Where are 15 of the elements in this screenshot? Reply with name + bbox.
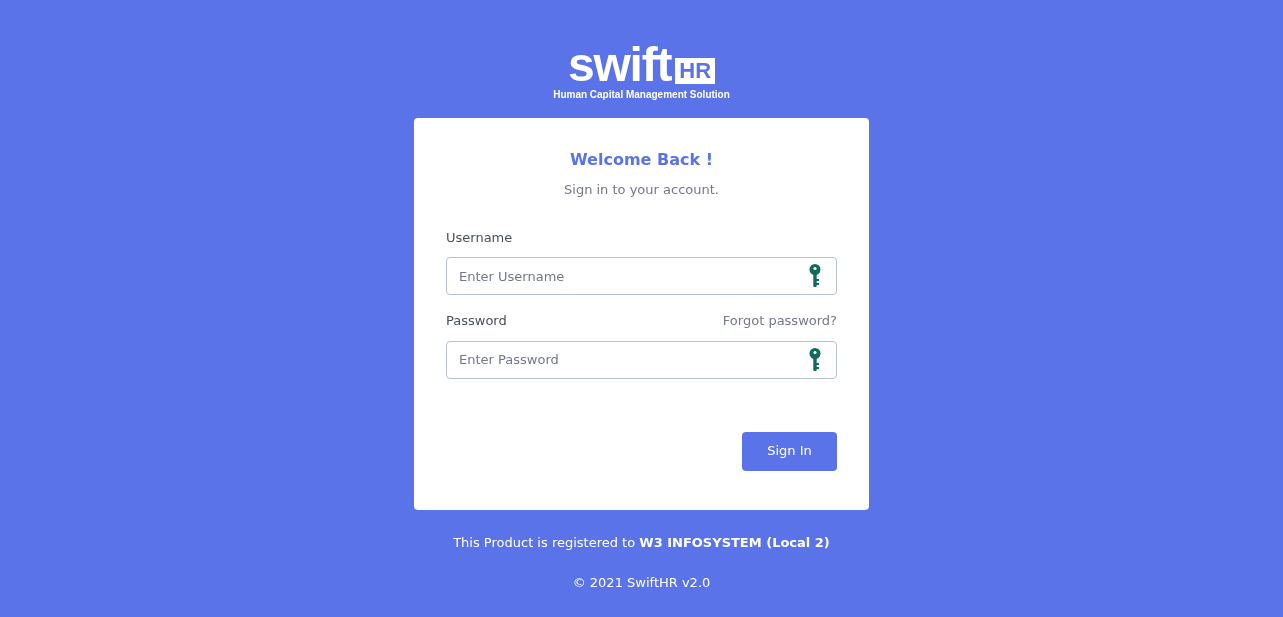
key-icon: [809, 347, 821, 372]
sign-in-button[interactable]: Sign In: [742, 431, 837, 471]
sign-in-subtitle: Sign in to your account.: [563, 181, 720, 199]
field-label: Username: [446, 228, 513, 247]
input-field[interactable]: Enter Username: [446, 257, 837, 295]
field-label: Password: [446, 312, 507, 330]
key-icon: [809, 264, 821, 288]
copyright-text: © 2021 SwiftHR v2.0: [572, 573, 711, 592]
forgot-password-link[interactable]: Forgot password?: [722, 311, 837, 331]
welcome-title: Welcome Back !: [569, 149, 714, 171]
registration-text: This Product is registered to W3 INFOSYSTEM (Local 2): [453, 534, 830, 552]
logo-tagline: Human Capital Management Solution: [553, 88, 730, 102]
logo-wordmark: swift: [567, 42, 672, 88]
input-field[interactable]: Enter Password: [446, 340, 837, 379]
logo-badge: HR: [675, 58, 716, 84]
